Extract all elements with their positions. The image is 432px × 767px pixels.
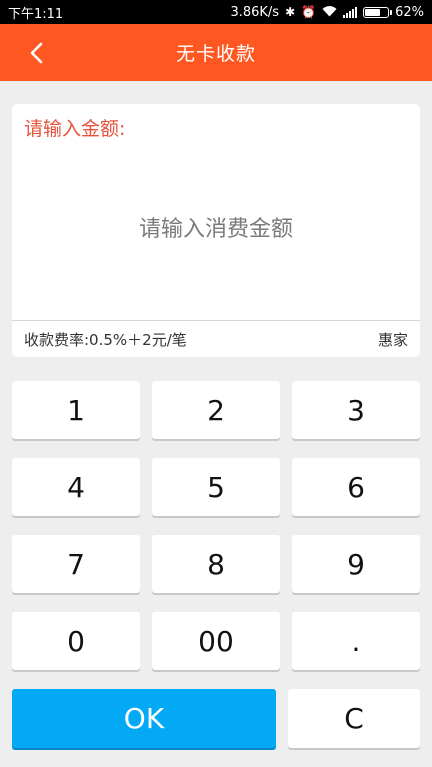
key-5[interactable]: 5 [152,458,280,516]
ok-button[interactable]: OK [12,689,276,748]
key-2[interactable]: 2 [152,381,280,439]
page-title: 无卡收款 [175,43,256,65]
brand-label: 惠家 [377,331,408,349]
key-9[interactable]: 9 [292,535,420,593]
key-0[interactable]: 0 [12,612,140,670]
key-00[interactable]: 00 [152,612,280,670]
card-divider [12,320,420,321]
key-3[interactable]: 3 [292,381,420,439]
signal-icon [343,6,358,18]
status-bar: 下午1:11 3.86K/s ✱ ⏰ 62% [0,0,432,24]
alarm-icon: ⏰ [301,5,317,19]
back-button[interactable] [18,36,54,70]
nav-bar: 无卡收款 [0,24,432,81]
clear-button[interactable]: C [288,689,420,748]
key-8[interactable]: 8 [152,535,280,593]
status-time: 下午1:11 [8,6,64,22]
key-6[interactable]: 6 [292,458,420,516]
status-net-speed: 3.86K/s [230,4,280,20]
chevron-left-icon [30,42,43,64]
amount-label: 请输入金额: [24,118,126,140]
key-4[interactable]: 4 [12,458,140,516]
amount-input[interactable] [12,164,420,294]
amount-card: 请输入金额: 收款费率:0.5%＋2元/笔 惠家 [12,104,420,357]
status-right: 3.86K/s ✱ ⏰ 62% [230,5,424,20]
battery-icon [363,6,393,18]
key-1[interactable]: 1 [12,381,140,439]
wifi-icon [322,5,337,19]
bluetooth-icon: ✱ [285,5,296,19]
battery-percent: 62% [395,4,424,20]
key-dot[interactable]: . [292,612,420,670]
key-7[interactable]: 7 [12,535,140,593]
fee-rate-text: 收款费率:0.5%＋2元/笔 [24,331,187,349]
